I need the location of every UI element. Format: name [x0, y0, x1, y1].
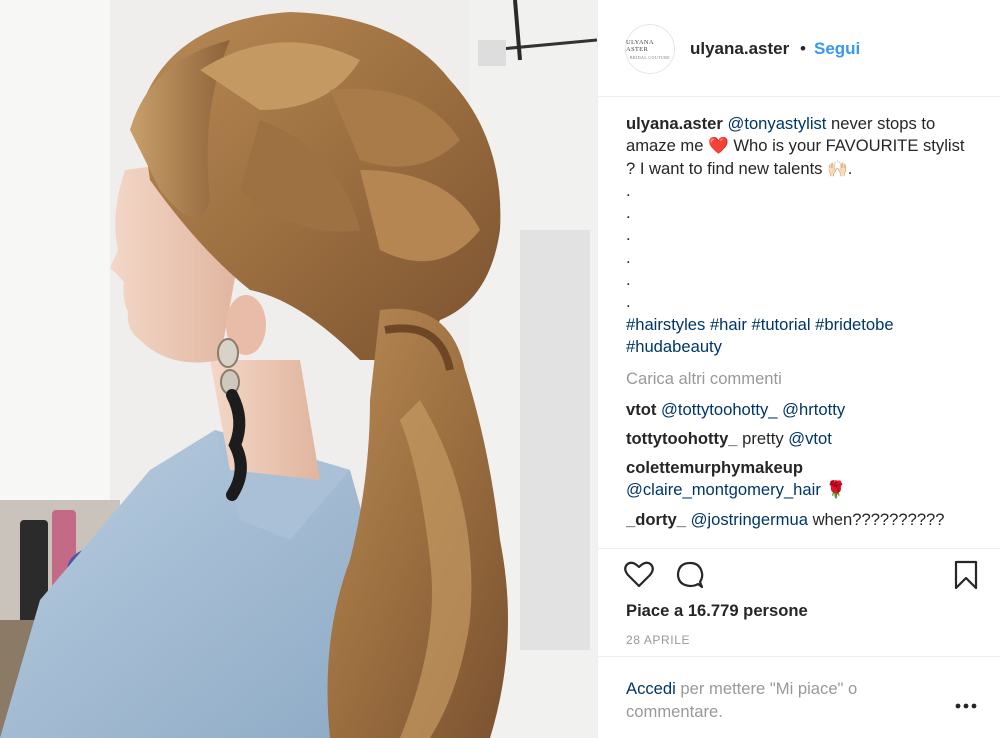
caption-username[interactable]: ulyana.aster: [626, 114, 723, 133]
hashtag[interactable]: #hair: [710, 315, 747, 334]
comments-list[interactable]: ulyana.aster @tonyastylist never stops t…: [626, 113, 978, 548]
avatar-subtitle-text: BRIDAL COUTURE: [629, 54, 671, 60]
likes-count[interactable]: Piace a 16.779 persone: [626, 601, 808, 621]
header-username[interactable]: ulyana.aster: [690, 39, 789, 59]
comment-username[interactable]: colettemurphymakeup: [626, 458, 803, 477]
post-header: ULYANA ASTER BRIDAL COUTURE ulyana.aster…: [598, 0, 1000, 97]
caption-dot: .: [626, 180, 631, 200]
caption-hashtags: #hairstyles #hair #tutorial #bridetobe #…: [626, 314, 978, 359]
caption-dot: .: [626, 203, 631, 223]
speech-bubble-icon[interactable]: [675, 560, 705, 595]
more-options-icon[interactable]: [954, 697, 978, 717]
comment-text: when??????????: [807, 509, 945, 529]
comment-username[interactable]: tottytoohotty_: [626, 429, 738, 448]
comment-username[interactable]: vtot: [626, 400, 656, 419]
caption-dots: . . . . . .: [626, 180, 978, 314]
caption-mention[interactable]: @tonyastylist: [727, 114, 826, 133]
comment-mention[interactable]: @jostringermua: [691, 510, 808, 529]
hashtag[interactable]: #bridetobe: [815, 315, 893, 334]
rose-emoji: 🌹: [825, 480, 847, 500]
comment: vtot @tottytoohotty_ @hrtotty: [626, 399, 978, 421]
post-side-panel: ULYANA ASTER BRIDAL COUTURE ulyana.aster…: [597, 0, 1000, 738]
avatar-brand-text: ULYANA ASTER: [626, 38, 654, 53]
follow-button[interactable]: Segui: [814, 39, 860, 59]
comment-mention[interactable]: @tottytoohotty_: [661, 400, 777, 419]
post-date: 28 APRILE: [626, 633, 691, 647]
comment-mention[interactable]: @hrtotty: [782, 400, 845, 419]
comment-text: pretty: [742, 428, 789, 448]
avatar[interactable]: ULYANA ASTER BRIDAL COUTURE: [625, 24, 675, 74]
caption-text-3: .: [847, 158, 853, 178]
header-separator-dot: •: [800, 39, 806, 58]
raising-hands-emoji: 🙌🏻: [827, 158, 848, 178]
bookmark-icon[interactable]: [954, 560, 978, 595]
comment-username[interactable]: _dorty_: [626, 510, 686, 529]
login-prompt: Accedi per mettere "Mi piace" o commenta…: [598, 656, 1000, 738]
comment-mention[interactable]: @claire_montgomery_hair: [626, 480, 821, 499]
comment-mention[interactable]: @vtot: [788, 429, 832, 448]
comment: _dorty_ @jostringermua when??????????: [626, 509, 978, 531]
instagram-post: ULYANA ASTER BRIDAL COUTURE ulyana.aster…: [0, 0, 1000, 738]
hashtag[interactable]: #tutorial: [751, 315, 810, 334]
post-actions: Piace a 16.779 persone 28 APRILE: [598, 548, 1000, 656]
comment: tottytoohotty_ pretty @vtot: [626, 428, 978, 450]
post-photo: [0, 0, 597, 738]
caption-dot: .: [626, 225, 631, 245]
hashtag[interactable]: #hairstyles: [626, 315, 705, 334]
caption-dot: .: [626, 270, 631, 290]
caption: ulyana.aster @tonyastylist never stops t…: [626, 113, 978, 180]
heart-emoji: ❤️: [708, 136, 729, 156]
heart-outline-icon[interactable]: [624, 560, 654, 593]
comment: colettemurphymakeup @claire_montgomery_h…: [626, 457, 978, 502]
login-prompt-text: Accedi per mettere "Mi piace" o commenta…: [626, 678, 926, 723]
load-more-comments-button[interactable]: Carica altri commenti: [626, 368, 978, 390]
login-link[interactable]: Accedi: [626, 679, 676, 698]
caption-dot: .: [626, 247, 631, 267]
hairstyle-photo: [0, 0, 597, 738]
hashtag[interactable]: #hudabeauty: [626, 337, 722, 356]
caption-dot: .: [626, 292, 631, 312]
